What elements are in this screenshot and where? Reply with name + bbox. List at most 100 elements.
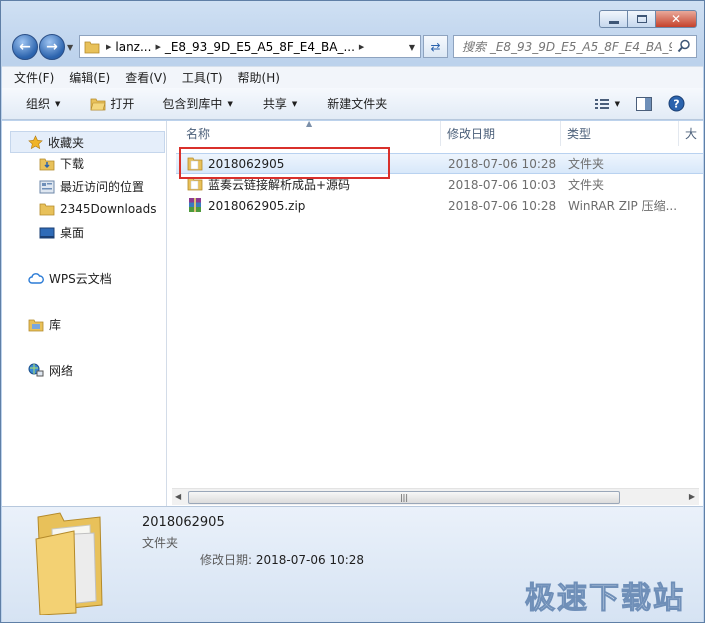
help-button[interactable]: ?	[668, 95, 685, 112]
menu-file[interactable]: 文件(F)	[14, 69, 54, 86]
nav-libraries-label: 库	[49, 318, 62, 332]
column-divider[interactable]	[560, 121, 561, 146]
include-library-label: 包含到库中	[162, 97, 223, 111]
file-type: 文件夹	[568, 178, 605, 192]
minimize-icon	[608, 20, 619, 24]
nav-2345downloads[interactable]: 2345Downloads	[39, 201, 156, 217]
nav-downloads[interactable]: 下载	[39, 155, 84, 172]
file-date: 2018-07-06 10:03	[448, 177, 557, 192]
breadcrumb-item[interactable]: _E8_93_9D_E5_A5_8F_E4_BA_...	[165, 40, 355, 54]
nav-network-label: 网络	[49, 364, 74, 378]
scroll-right-icon[interactable]: ▶	[689, 492, 695, 501]
file-row[interactable]: 2018062905.zip 2018-07-06 10:28 WinRAR Z…	[176, 195, 703, 216]
column-header-name[interactable]: 名称	[186, 121, 438, 146]
menu-view[interactable]: 查看(V)	[125, 69, 167, 86]
menu-bar: 文件(F) 编辑(E) 查看(V) 工具(T) 帮助(H)	[2, 66, 703, 88]
winrar-archive-icon	[189, 198, 201, 212]
open-button[interactable]: 打开	[90, 95, 134, 112]
nav-network[interactable]: 网络	[28, 362, 73, 379]
chevron-down-icon: ▼	[614, 99, 620, 108]
star-icon	[27, 134, 43, 150]
scrollbar-thumb[interactable]: |||	[188, 491, 620, 504]
close-button[interactable]: ✕	[655, 10, 697, 28]
address-dropdown-icon[interactable]: ▼	[409, 43, 415, 52]
menu-tools[interactable]: 工具(T)	[182, 69, 223, 86]
cloud-icon	[28, 271, 44, 287]
recent-pages-dropdown[interactable]: ▼	[67, 43, 73, 52]
column-name-label: 名称	[186, 127, 211, 141]
details-file-name: 2018062905	[142, 515, 225, 530]
column-date-label: 修改日期	[447, 127, 496, 141]
downloads-folder-icon	[39, 156, 55, 172]
nav-downloads-label: 下载	[60, 157, 85, 171]
address-bar[interactable]: ▶ lanz... ▶ _E8_93_9D_E5_A5_8F_E4_BA_...…	[79, 35, 421, 58]
nav-favorites[interactable]: 收藏夹	[10, 131, 165, 153]
nav-recent-places[interactable]: 最近访问的位置	[39, 178, 144, 195]
content-area: 收藏夹 下载 最近访问的位置 2345Downloads 桌面 WPS云文档 库…	[2, 119, 703, 506]
nav-2345downloads-label: 2345Downloads	[60, 202, 157, 216]
nav-recent-label: 最近访问的位置	[60, 180, 145, 194]
grip-icon: |||	[399, 493, 409, 502]
breadcrumb-item[interactable]: lanz...	[115, 40, 151, 54]
highlight-box	[179, 147, 390, 179]
column-type-label: 类型	[567, 127, 592, 141]
new-folder-button[interactable]: 新建文件夹	[327, 95, 387, 112]
arrow-left-icon: ←	[19, 39, 31, 55]
column-header-size[interactable]: 大	[685, 121, 703, 146]
navigation-pane: 收藏夹 下载 最近访问的位置 2345Downloads 桌面 WPS云文档 库…	[2, 121, 167, 506]
column-header-date[interactable]: 修改日期	[447, 121, 557, 146]
new-folder-label: 新建文件夹	[327, 97, 388, 111]
share-button[interactable]: 共享 ▼	[263, 95, 297, 112]
menu-help[interactable]: 帮助(H)	[238, 69, 280, 86]
horizontal-scrollbar[interactable]: ◀ ||| ▶	[172, 488, 699, 505]
nav-libraries[interactable]: 库	[28, 316, 61, 333]
nav-favorites-label: 收藏夹	[48, 135, 85, 150]
breadcrumb-separator-icon[interactable]: ▶	[155, 43, 160, 51]
maximize-icon	[636, 15, 647, 23]
explorer-window: ✕ ← → ▼ ▶ lanz... ▶ _E8_93_9D_E5_A5_8F_E…	[0, 0, 705, 623]
file-name[interactable]: 2018062905.zip	[208, 199, 305, 213]
command-bar: 组织 ▼ 打开 包含到库中 ▼ 共享 ▼ 新建文件夹 ▼ ?	[2, 88, 703, 120]
refresh-button[interactable]: ⇄	[423, 35, 448, 58]
details-date-value: 2018-07-06 10:28	[255, 553, 365, 567]
network-icon	[28, 363, 44, 379]
organize-label: 组织	[26, 97, 51, 111]
minimize-button[interactable]	[599, 10, 627, 28]
file-list-pane: ▲ 名称 修改日期 类型 大 2018062905 2018-07-06 10:…	[168, 119, 703, 506]
watermark: 极速下载站	[525, 581, 685, 617]
include-in-library-button[interactable]: 包含到库中 ▼	[162, 95, 232, 112]
refresh-icon: ⇄	[430, 39, 441, 54]
folder-icon	[39, 201, 55, 217]
library-icon	[28, 317, 44, 333]
share-label: 共享	[262, 97, 287, 111]
view-controls: ▼ ?	[579, 95, 685, 112]
maximize-button[interactable]	[627, 10, 655, 28]
file-type: WinRAR ZIP 压缩...	[568, 199, 678, 213]
back-button[interactable]: ←	[12, 34, 38, 60]
column-divider[interactable]	[678, 121, 679, 146]
column-divider[interactable]	[440, 121, 441, 146]
search-input[interactable]	[462, 39, 672, 54]
file-date: 2018-07-06 10:28	[448, 198, 557, 213]
breadcrumb-separator-icon[interactable]: ▶	[359, 43, 364, 51]
column-header-type[interactable]: 类型	[567, 121, 677, 146]
chevron-down-icon: ▼	[227, 99, 233, 108]
svg-text:?: ?	[673, 98, 679, 111]
forward-button[interactable]: →	[39, 34, 65, 60]
menu-edit[interactable]: 编辑(E)	[69, 69, 110, 86]
scroll-left-icon[interactable]: ◀	[175, 492, 181, 501]
caption-buttons: ✕	[599, 10, 697, 28]
nav-wps-cloud[interactable]: WPS云文档	[28, 270, 112, 287]
details-file-type: 文件夹	[142, 536, 179, 550]
preview-pane-button[interactable]	[636, 96, 652, 111]
nav-desktop[interactable]: 桌面	[39, 224, 84, 241]
search-box[interactable]	[453, 35, 697, 58]
file-type: 文件夹	[568, 157, 605, 171]
breadcrumb-separator-icon[interactable]: ▶	[106, 43, 111, 51]
search-icon[interactable]	[677, 39, 691, 53]
recent-places-icon	[39, 179, 55, 195]
organize-button[interactable]: 组织 ▼	[26, 95, 60, 112]
help-icon: ?	[668, 95, 685, 112]
chevron-down-icon: ▼	[55, 99, 61, 108]
change-view-button[interactable]: ▼	[594, 98, 620, 110]
